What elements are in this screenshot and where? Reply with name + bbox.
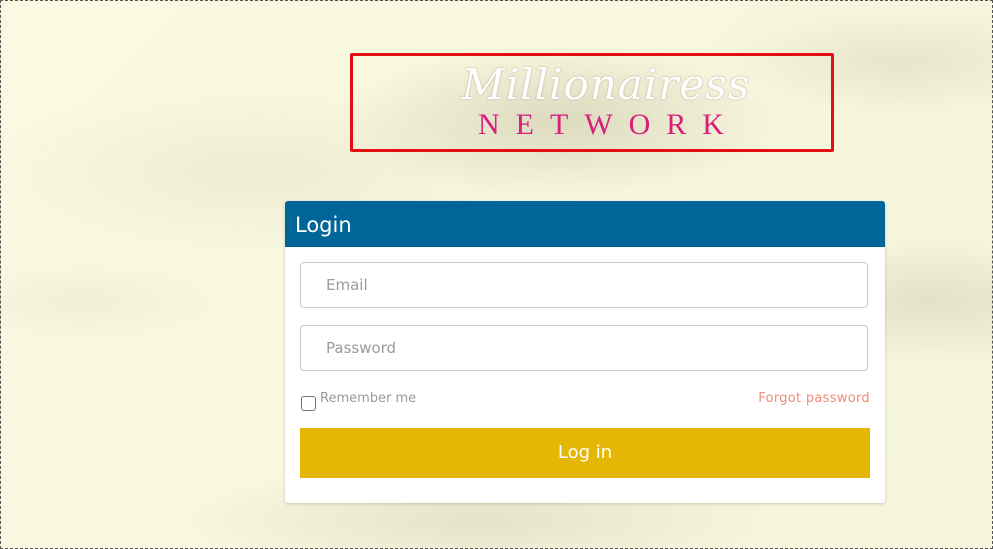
login-title: Login [285, 201, 885, 247]
remember-me-checkbox[interactable] [301, 396, 316, 411]
logo-script-text: Millionairess [461, 60, 751, 109]
page-frame: Millionairess NETWORK Login Remember me … [0, 0, 993, 549]
login-button[interactable]: Log in [300, 428, 870, 478]
remember-me[interactable]: Remember me [301, 391, 416, 411]
remember-me-label: Remember me [320, 391, 417, 406]
forgot-password-link[interactable]: Forgot password [758, 391, 870, 406]
brand-logo: Millionairess NETWORK [350, 53, 834, 152]
password-field[interactable] [300, 325, 868, 371]
login-panel: Login Remember me Forgot password Log in [285, 201, 885, 503]
email-field[interactable] [300, 262, 868, 308]
logo-network-text: NETWORK [478, 108, 740, 141]
